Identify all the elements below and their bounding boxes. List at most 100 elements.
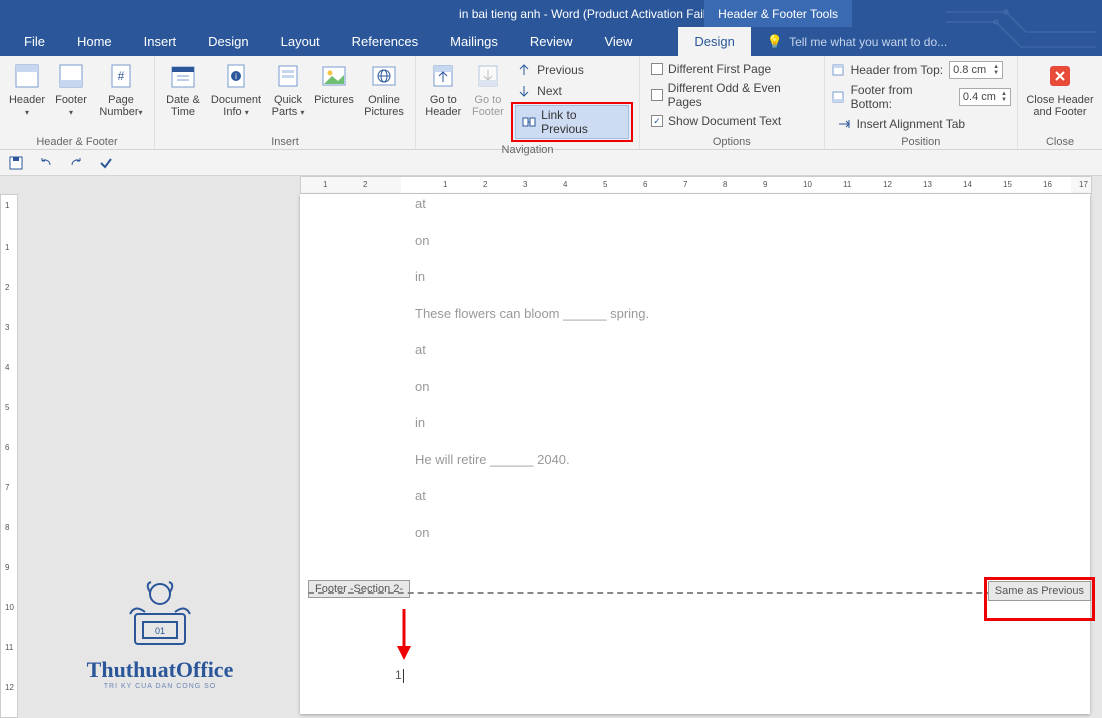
tab-mailings[interactable]: Mailings — [434, 27, 514, 56]
group-label-position: Position — [831, 134, 1011, 148]
tab-design[interactable]: Design — [192, 27, 264, 56]
footer-icon — [55, 60, 87, 92]
page-number-button[interactable]: # Page Number▾ — [94, 58, 148, 119]
tab-layout[interactable]: Layout — [265, 27, 336, 56]
ribbon-tabs: File Home Insert Design Layout Reference… — [0, 27, 1102, 56]
save-button[interactable] — [6, 153, 26, 173]
tab-header-footer-design[interactable]: Design — [678, 27, 750, 56]
previous-icon — [516, 62, 532, 78]
document-body-text: at on in These flowers can bloom ______ … — [415, 194, 649, 559]
group-label-insert: Insert — [161, 134, 409, 148]
document-info-button[interactable]: i Document Info ▾ — [207, 58, 265, 119]
previous-button[interactable]: Previous — [511, 60, 633, 80]
document-info-icon: i — [220, 60, 252, 92]
window-title: in bai tieng anh - Word (Product Activat… — [0, 7, 1102, 21]
pictures-icon — [318, 60, 350, 92]
spinner-icon: ▲▼ — [1001, 91, 1007, 103]
online-pictures-button[interactable]: Online Pictures — [359, 58, 409, 118]
tab-references[interactable]: References — [336, 27, 434, 56]
tab-view[interactable]: View — [588, 27, 648, 56]
ribbon: Header▾ Footer▾ # Page Number▾ Header & … — [0, 56, 1102, 150]
link-icon — [522, 115, 536, 129]
link-to-previous-button[interactable]: Link to Previous — [515, 105, 629, 139]
spellcheck-button[interactable] — [96, 153, 116, 173]
footer-page-number[interactable]: 1 — [395, 668, 404, 683]
header-from-top-row: Header from Top: 0.8 cm▲▼ — [831, 60, 1011, 80]
check-icon — [98, 155, 114, 171]
tab-insert[interactable]: Insert — [128, 27, 193, 56]
watermark-logo: 01 ThuthuatOffice TRI KY CUA DAN CONG SO — [60, 574, 260, 690]
quick-parts-icon — [272, 60, 304, 92]
group-position: Header from Top: 0.8 cm▲▼ Footer from Bo… — [825, 56, 1018, 149]
navigation-stack: Previous Next Link to Previous — [511, 58, 633, 142]
undo-icon — [38, 155, 54, 171]
header-button[interactable]: Header▾ — [6, 58, 48, 119]
footer-from-bottom-row: Footer from Bottom: 0.4 cm▲▼ — [831, 82, 1011, 112]
calendar-icon — [167, 60, 199, 92]
group-label-headerfooter: Header & Footer — [6, 134, 148, 148]
insert-alignment-tab-button[interactable]: Insert Alignment Tab — [831, 114, 1011, 134]
link-to-previous-highlight: Link to Previous — [511, 102, 633, 142]
different-first-page-checkbox[interactable]: Different First Page — [646, 60, 818, 78]
tab-home[interactable]: Home — [61, 27, 128, 56]
footer-from-bottom-input[interactable]: 0.4 cm▲▼ — [959, 88, 1011, 106]
next-icon — [516, 83, 532, 99]
page-number-icon: # — [105, 60, 137, 92]
document-page[interactable]: at on in These flowers can bloom ______ … — [300, 194, 1090, 714]
redo-icon — [68, 155, 84, 171]
goto-header-button[interactable]: Go to Header — [422, 58, 465, 118]
bulb-icon: 💡 — [767, 34, 783, 50]
watermark-brand: ThuthuatOffice — [60, 657, 260, 683]
alignment-tab-icon — [836, 116, 852, 132]
close-icon — [1044, 60, 1076, 92]
group-navigation: Go to Header Go to Footer Previous Next — [416, 56, 640, 149]
group-label-navigation: Navigation — [422, 142, 633, 156]
different-odd-even-checkbox[interactable]: Different Odd & Even Pages — [646, 79, 818, 111]
same-as-previous-tag: Same as Previous — [988, 581, 1091, 601]
header-top-icon — [831, 63, 845, 77]
group-close: Close Header and Footer Close — [1018, 56, 1102, 149]
redo-button[interactable] — [66, 153, 86, 173]
save-icon — [8, 155, 24, 171]
show-document-text-checkbox[interactable]: ✓Show Document Text — [646, 112, 818, 130]
down-arrow-icon — [395, 604, 413, 664]
group-options: Different First Page Different Odd & Eve… — [640, 56, 825, 149]
spinner-icon: ▲▼ — [993, 64, 999, 76]
group-label-close: Close — [1024, 134, 1096, 148]
tab-review[interactable]: Review — [514, 27, 589, 56]
horizontal-ruler[interactable]: 1 2 1 2 3 4 5 6 7 8 9 10 11 12 13 14 15 … — [300, 176, 1092, 194]
checkbox-icon — [651, 63, 663, 75]
online-pictures-icon — [368, 60, 400, 92]
svg-text:#: # — [118, 69, 125, 83]
date-time-button[interactable]: Date & Time — [161, 58, 205, 118]
checkbox-icon — [651, 89, 663, 101]
next-button[interactable]: Next — [511, 81, 633, 101]
same-as-previous-highlight: Same as Previous — [984, 577, 1095, 621]
undo-button[interactable] — [36, 153, 56, 173]
tell-me-placeholder: Tell me what you want to do... — [789, 35, 947, 49]
mascot-icon: 01 — [115, 574, 205, 654]
tell-me-search[interactable]: 💡 Tell me what you want to do... — [751, 27, 963, 56]
footer-button[interactable]: Footer▾ — [50, 58, 92, 119]
text-cursor — [403, 669, 404, 683]
vertical-ruler[interactable]: 1 1 2 3 4 5 6 7 8 9 10 11 12 — [0, 194, 18, 718]
watermark-tagline: TRI KY CUA DAN CONG SO — [60, 683, 260, 690]
goto-footer-button[interactable]: Go to Footer — [467, 58, 510, 118]
footer-section-tag: Footer -Section 2- — [308, 580, 410, 598]
header-from-top-input[interactable]: 0.8 cm▲▼ — [949, 61, 1003, 79]
close-header-footer-button[interactable]: Close Header and Footer — [1024, 58, 1096, 118]
contextual-tab-title: Header & Footer Tools — [704, 0, 852, 27]
footer-edit-zone[interactable] — [395, 604, 413, 667]
pictures-button[interactable]: Pictures — [311, 58, 357, 106]
group-header-footer: Header▾ Footer▾ # Page Number▾ Header & … — [0, 56, 155, 149]
svg-text:i: i — [235, 72, 237, 81]
header-icon — [11, 60, 43, 92]
tab-file[interactable]: File — [8, 27, 61, 56]
group-insert: Date & Time i Document Info ▾ Quick Part… — [155, 56, 416, 149]
quick-parts-button[interactable]: Quick Parts ▾ — [267, 58, 309, 119]
group-label-options: Options — [646, 134, 818, 148]
goto-footer-icon — [472, 60, 504, 92]
svg-text:01: 01 — [155, 626, 165, 636]
title-bar: in bai tieng anh - Word (Product Activat… — [0, 0, 1102, 27]
goto-header-icon — [427, 60, 459, 92]
